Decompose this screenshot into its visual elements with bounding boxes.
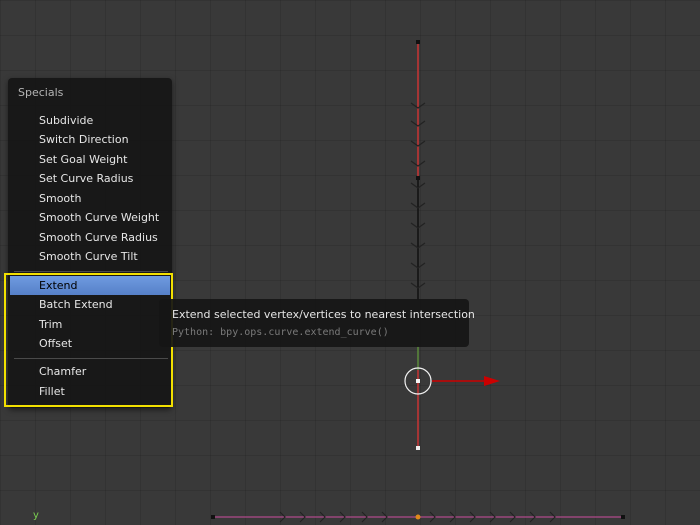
bottom-curve-vertex xyxy=(621,515,625,519)
curve-vertex xyxy=(416,176,420,180)
menu-item-smooth-curve-weight[interactable]: Smooth Curve Weight xyxy=(10,208,170,227)
transform-x-arrow-head xyxy=(484,376,500,386)
tooltip-description: Extend selected vertex/vertices to neare… xyxy=(172,308,475,321)
bottom-curve-vertex-active xyxy=(415,514,421,520)
highlight-outline xyxy=(4,273,173,407)
menu-item-smooth[interactable]: Smooth xyxy=(10,189,170,208)
menu-item-set-curve-radius[interactable]: Set Curve Radius xyxy=(10,169,170,188)
menu-item-smooth-curve-radius[interactable]: Smooth Curve Radius xyxy=(10,228,170,247)
menu-separator xyxy=(14,271,168,272)
bottom-curve-vertex xyxy=(211,515,215,519)
axis-y-label: y xyxy=(33,510,39,521)
menu-item-subdivide[interactable]: Subdivide xyxy=(10,111,170,130)
manipulator-center xyxy=(416,379,420,383)
tooltip: Extend selected vertex/vertices to neare… xyxy=(159,299,475,347)
menu-item-smooth-curve-tilt[interactable]: Smooth Curve Tilt xyxy=(10,247,170,266)
tooltip-python-path: Python: bpy.ops.curve.extend_curve() xyxy=(172,327,389,338)
menu-title: Specials xyxy=(18,86,64,99)
menu-item-switch-direction[interactable]: Switch Direction xyxy=(10,130,170,149)
curve-vertex xyxy=(416,40,420,44)
menu-item-set-goal-weight[interactable]: Set Goal Weight xyxy=(10,150,170,169)
curve-vertex-selected xyxy=(416,446,420,450)
